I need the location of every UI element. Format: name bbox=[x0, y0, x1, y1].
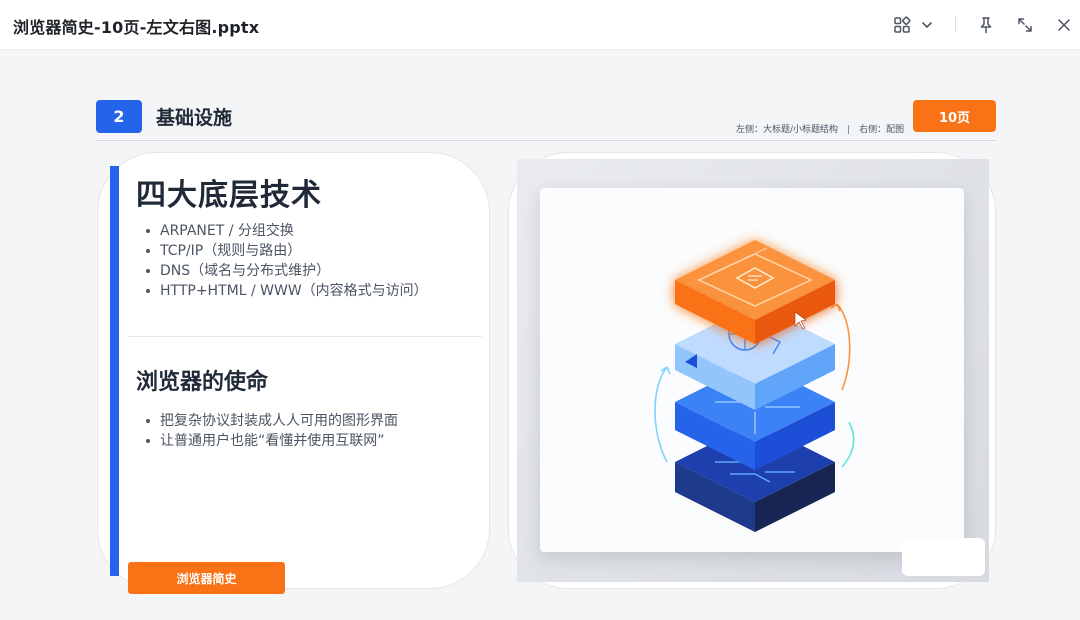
list-item: 把复杂协议封装成人人可用的图形界面 bbox=[144, 411, 398, 431]
layout-hint: 左侧：大标题/小标题结构 | 右侧：配图 bbox=[736, 122, 904, 135]
slide: 2 基础设施 左侧：大标题/小标题结构 | 右侧：配图 10页 四大底层技术 ARP… bbox=[60, 78, 1020, 608]
view-menu-dropdown[interactable] bbox=[915, 13, 939, 37]
accent-bar bbox=[110, 166, 119, 576]
list-item: HTTP+HTML / WWW（内容格式与访问） bbox=[144, 281, 428, 301]
list-item: ARPANET / 分组交换 bbox=[144, 221, 428, 241]
layout-hint-left: 左侧：大标题/小标题结构 bbox=[736, 125, 839, 135]
layout-hint-right: 右侧：配图 bbox=[859, 125, 905, 135]
main-heading: 四大底层技术 bbox=[136, 178, 322, 213]
window-titlebar: 浏览器简史-10页-左文右图.pptx bbox=[0, 0, 1080, 50]
browser-layer bbox=[675, 240, 835, 344]
sub-bullet-list: 把复杂协议封装成人人可用的图形界面 让普通用户也能“看懂并使用互联网” bbox=[144, 411, 398, 451]
grid-view-icon bbox=[894, 16, 911, 33]
layered-stack-illustration bbox=[654, 240, 855, 532]
page-count-badge: 10页 bbox=[913, 100, 996, 132]
card-divider bbox=[128, 336, 482, 337]
expand-icon bbox=[1018, 18, 1032, 32]
pin-button[interactable] bbox=[974, 13, 998, 37]
list-item: TCP/IP（规则与路由） bbox=[144, 241, 428, 261]
grid-view-button[interactable] bbox=[890, 13, 914, 37]
main-bullet-list: ARPANET / 分组交换 TCP/IP（规则与路由） DNS（域名与分布式维… bbox=[144, 221, 428, 301]
layout-hint-separator: | bbox=[847, 125, 851, 135]
expand-button[interactable] bbox=[1013, 13, 1037, 37]
window-title: 浏览器简史-10页-左文右图.pptx bbox=[13, 18, 260, 37]
footer-badge: 浏览器简史 bbox=[128, 562, 285, 594]
sub-heading: 浏览器的使命 bbox=[136, 370, 269, 395]
list-item: DNS（域名与分布式维护） bbox=[144, 261, 428, 281]
titlebar-separator bbox=[955, 16, 956, 32]
pin-icon bbox=[980, 17, 992, 34]
section-title: 基础设施 bbox=[156, 107, 233, 129]
close-button[interactable] bbox=[1052, 13, 1076, 37]
section-number-badge: 2 bbox=[96, 100, 142, 133]
list-item: 让普通用户也能“看懂并使用互联网” bbox=[144, 431, 398, 451]
image-corner-tab bbox=[902, 538, 985, 576]
header-divider bbox=[96, 140, 996, 141]
chevron-down-icon bbox=[922, 22, 932, 29]
close-icon bbox=[1058, 19, 1070, 31]
